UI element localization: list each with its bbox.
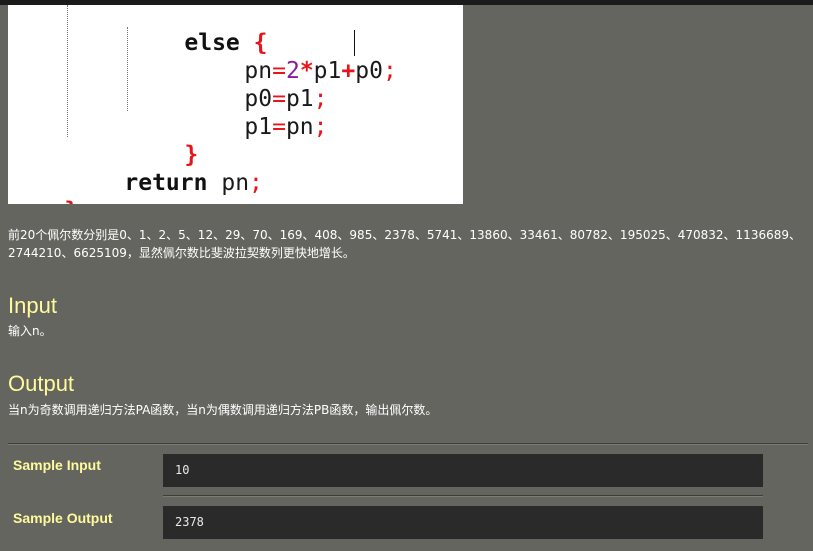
code-line-else: else { [129,5,267,56]
code-line-p0: p0=p1; [189,57,327,112]
op-assign: = [272,114,286,140]
divider [8,443,808,445]
var-p0: p0 [355,58,383,84]
code-line-pn: pn=2*p1+p0; [189,29,396,84]
indent-guide [127,27,128,111]
text-cursor [354,30,355,56]
indent-guide [67,5,68,137]
sample-output-label: Sample Output [13,510,113,526]
op-plus: + [341,58,356,84]
output-heading: Output [8,371,75,396]
sample-output-box[interactable]: 2378 [163,506,763,539]
sample-divider [163,495,763,497]
input-heading: Input [8,293,57,318]
code-line-close-function: } [9,169,78,204]
var-p1: p1 [244,114,273,140]
var-pn: pn [221,170,250,196]
sample-input-box[interactable]: 10 [163,454,763,487]
semicolon: ; [249,170,263,196]
code-line-p1: p1=pn; [189,85,327,140]
input-text: 输入n。 [8,324,52,338]
semicolon: ; [313,114,328,140]
problem-description: 前20个佩尔数分别是0、1、2、5、12、29、70、169、408、985、2… [8,228,801,260]
var-pn: pn [285,114,314,140]
code-line-close-else: } [129,113,198,168]
brace-close: } [64,198,78,204]
keyword-return: return [124,170,208,196]
semicolon: ; [382,58,397,84]
output-text: 当n为奇数调用递归方法PA函数，当n为偶数调用递归方法PB函数，输出佩尔数。 [8,403,438,417]
code-screenshot: else { pn=2*p1+p0; p0=p1; p1=pn; } retur… [8,5,463,204]
code-line-return: return pn; [69,141,263,196]
sample-input-label: Sample Input [13,457,101,473]
